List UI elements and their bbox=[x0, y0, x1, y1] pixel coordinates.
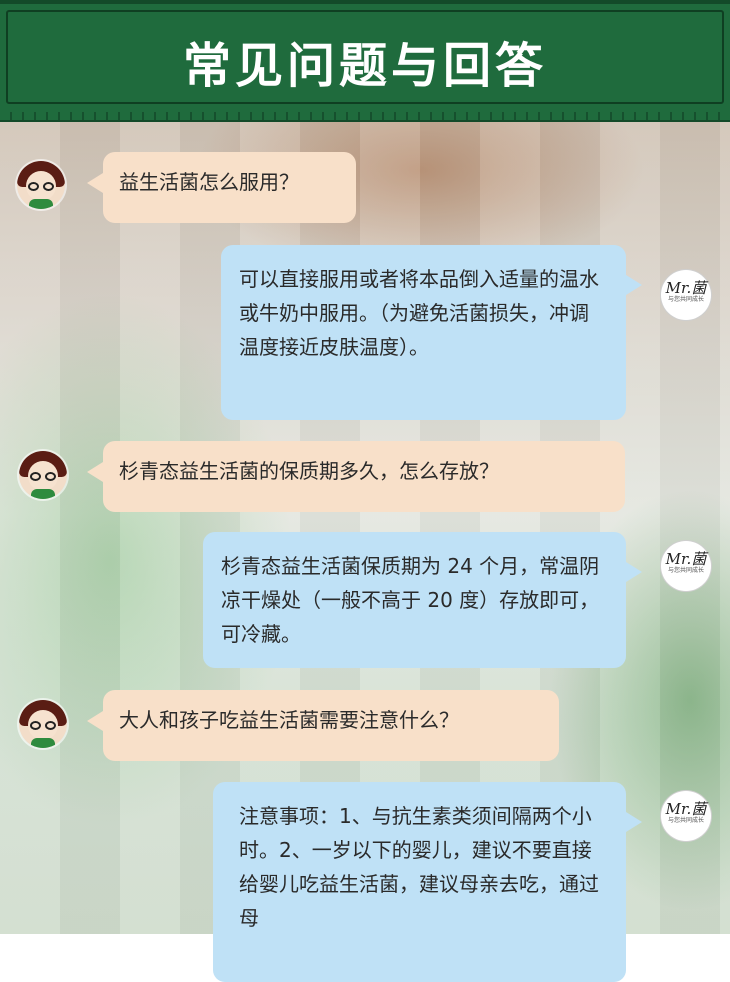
answer-text: 注意事项：1、与抗生素类须间隔两个小时。2、一岁以下的婴儿，建议不要直接给婴儿吃… bbox=[239, 804, 599, 930]
glasses-icon bbox=[45, 721, 56, 730]
asker-avatar bbox=[19, 451, 67, 499]
answerer-logo-mark: Mr.菌 bbox=[665, 800, 707, 818]
answer-text: 可以直接服用或者将本品倒入适量的温水或牛奶中服用。（为避免活菌损失，冲调温度接近… bbox=[239, 267, 599, 359]
question-bubble: 杉青态益生活菌的保质期多久，怎么存放？ bbox=[87, 441, 625, 512]
answerer-logo-caption: 与您共同成长 bbox=[667, 296, 704, 303]
asker-avatar bbox=[19, 700, 67, 748]
avatar-collar bbox=[29, 199, 53, 209]
avatar-collar bbox=[31, 489, 55, 499]
question-bubble: 大人和孩子吃益生活菌需要注意什么？ bbox=[87, 690, 559, 761]
glasses-icon bbox=[30, 472, 41, 481]
answerer-avatar: Mr.菌 与您共同成长 bbox=[661, 270, 711, 320]
header-banner: 常见问题与回答 bbox=[0, 0, 730, 114]
glasses-icon bbox=[43, 182, 54, 191]
answerer-avatar: Mr.菌 与您共同成长 bbox=[661, 791, 711, 841]
answerer-logo-caption: 与您共同成长 bbox=[667, 817, 704, 824]
answer-bubble: 可以直接服用或者将本品倒入适量的温水或牛奶中服用。（为避免活菌损失，冲调温度接近… bbox=[221, 245, 642, 420]
answerer-avatar: Mr.菌 与您共同成长 bbox=[661, 541, 711, 591]
asker-avatar bbox=[17, 161, 65, 209]
glasses-icon bbox=[28, 182, 39, 191]
answer-bubble: 注意事项：1、与抗生素类须间隔两个小时。2、一岁以下的婴儿，建议不要直接给婴儿吃… bbox=[213, 782, 642, 982]
question-bubble: 益生活菌怎么服用？ bbox=[87, 152, 356, 223]
answerer-logo-caption: 与您共同成长 bbox=[667, 567, 704, 574]
glasses-icon bbox=[30, 721, 41, 730]
question-text: 杉青态益生活菌的保质期多久，怎么存放？ bbox=[119, 459, 499, 483]
page-title: 常见问题与回答 bbox=[182, 38, 547, 94]
answer-text: 杉青态益生活菌保质期为 24 个月，常温阴凉干燥处（一般不高于 20 度）存放即… bbox=[221, 554, 600, 646]
answerer-logo-mark: Mr.菌 bbox=[665, 550, 707, 568]
question-text: 大人和孩子吃益生活菌需要注意什么？ bbox=[119, 708, 459, 732]
glasses-icon bbox=[45, 472, 56, 481]
header-divider bbox=[0, 112, 730, 122]
avatar-collar bbox=[31, 738, 55, 748]
answerer-logo-mark: Mr.菌 bbox=[665, 279, 707, 297]
answer-bubble: 杉青态益生活菌保质期为 24 个月，常温阴凉干燥处（一般不高于 20 度）存放即… bbox=[203, 532, 642, 668]
question-text: 益生活菌怎么服用？ bbox=[119, 170, 299, 194]
